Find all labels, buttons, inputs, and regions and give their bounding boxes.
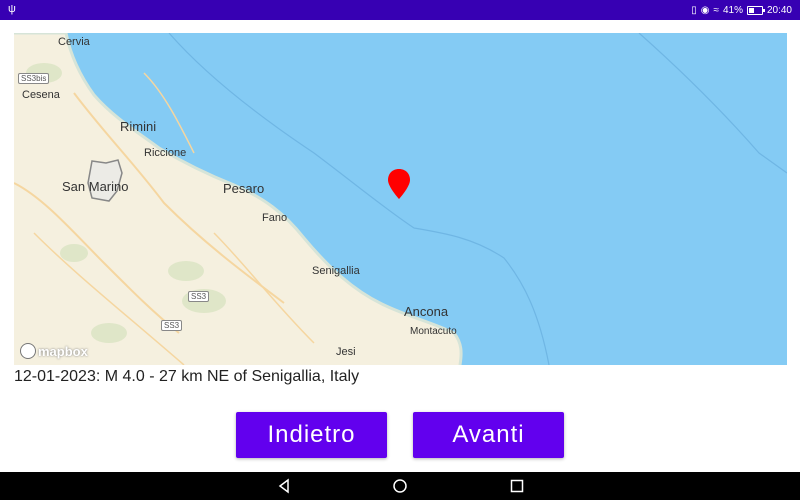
road-shield-ss3-a: SS3: [188, 291, 210, 302]
navigation-bar: [0, 472, 800, 500]
road-shield-ss3-b: SS3: [161, 320, 183, 331]
mapbox-icon: [20, 343, 36, 359]
map-canvas: [14, 33, 787, 365]
map-label-rimini: Rimini: [120, 119, 157, 134]
map-label-jesi: Jesi: [336, 346, 356, 358]
nav-back-icon[interactable]: [276, 478, 292, 494]
map-view[interactable]: Cervia SS3bis Cesena Rimini Riccione San…: [14, 33, 787, 365]
nav-home-icon[interactable]: [392, 478, 408, 494]
wifi-icon: ≈: [713, 4, 719, 16]
earthquake-description: 12-01-2023: M 4.0 - 27 km NE of Senigall…: [14, 368, 360, 385]
nav-recent-apps-icon[interactable]: [509, 478, 525, 494]
mapbox-logo[interactable]: mapbox: [20, 343, 88, 359]
status-bar: ψ ▯ ◉ ≈ 41% 20:40: [0, 0, 800, 20]
map-label-riccione: Riccione: [144, 147, 187, 159]
map-label-senigallia: Senigallia: [312, 265, 360, 277]
map-label-fano: Fano: [262, 212, 288, 224]
usb-icon: ψ: [8, 3, 16, 15]
map-label-cervia: Cervia: [58, 36, 90, 48]
epicenter-marker-icon[interactable]: [388, 169, 410, 199]
map-label-cesena: Cesena: [22, 89, 60, 101]
road-shield-ss3bis: SS3bis: [18, 73, 50, 84]
back-button[interactable]: Indietro: [236, 412, 387, 458]
battery-percent: 41%: [722, 4, 743, 16]
map-label-san-marino: San Marino: [62, 179, 129, 194]
clock: 20:40: [766, 4, 792, 16]
map-label-ancona: Ancona: [404, 304, 449, 319]
map-label-montacuto: Montacuto: [410, 326, 457, 337]
next-button[interactable]: Avanti: [413, 412, 564, 458]
vibrate-icon: ▯: [691, 4, 697, 16]
mapbox-attribution: mapbox: [38, 343, 88, 359]
map-label-pesaro: Pesaro: [223, 181, 265, 196]
status-icons: ▯ ◉ ≈ 41% 20:40: [691, 0, 792, 20]
eye-icon: ◉: [700, 4, 710, 16]
battery-icon: [746, 5, 765, 15]
